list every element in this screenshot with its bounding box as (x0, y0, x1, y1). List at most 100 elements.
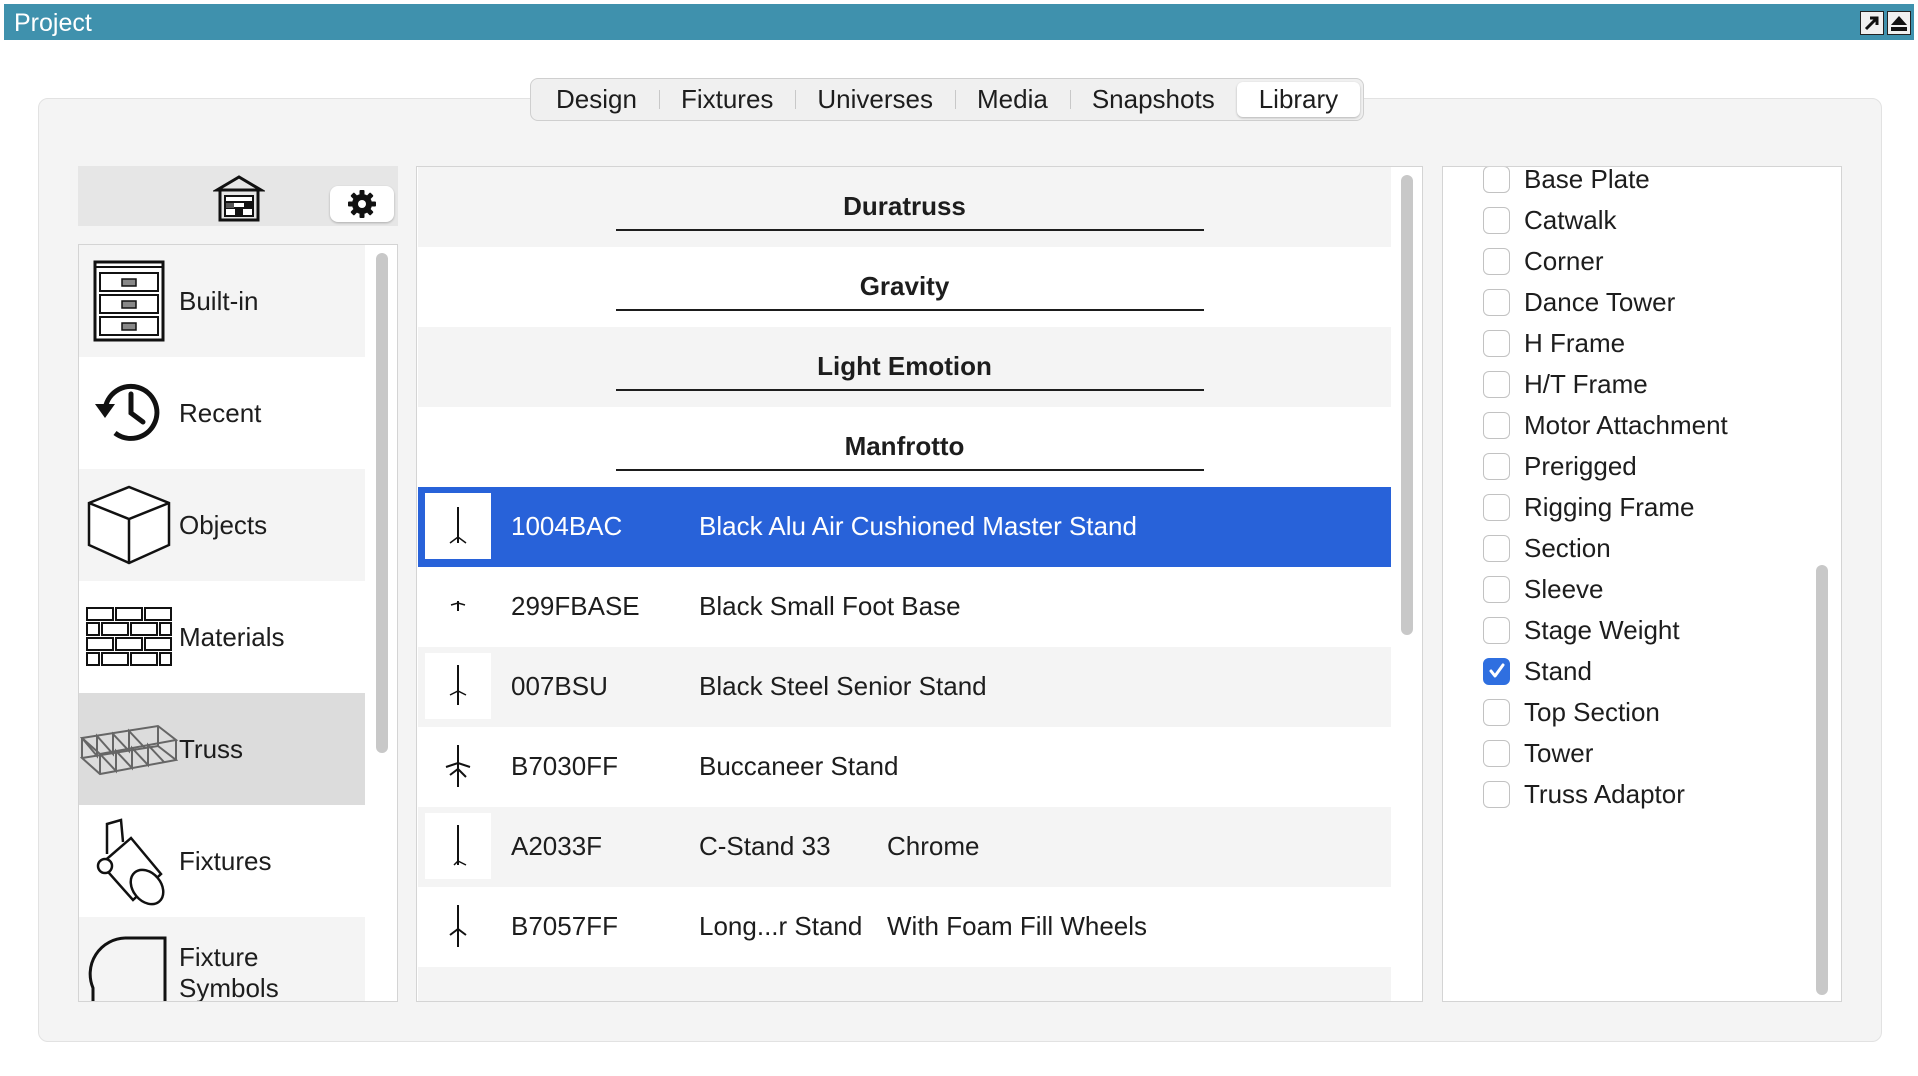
filter-prerigged[interactable]: Prerigged (1483, 446, 1637, 486)
fixture-symbol-icon (88, 936, 167, 1001)
manufacturer-header-light-emotion[interactable]: Light Emotion (418, 327, 1391, 407)
checkbox[interactable] (1483, 411, 1510, 439)
filter-label: Top Section (1524, 696, 1660, 727)
tab-universes[interactable]: Universes (795, 82, 955, 117)
maximize-window-button[interactable] (1887, 11, 1911, 35)
item-name: Buccaneer Stand (699, 751, 899, 781)
filter-section[interactable]: Section (1483, 528, 1611, 568)
divider (616, 389, 1204, 391)
checkbox[interactable] (1483, 493, 1510, 521)
checkbox[interactable] (1483, 698, 1510, 726)
checkbox[interactable] (1483, 616, 1510, 644)
category-label: Recent (179, 397, 262, 428)
popout-window-button[interactable] (1860, 11, 1884, 35)
item-code: B7030FF (511, 751, 618, 781)
manufacturer-name: Gravity (859, 271, 950, 301)
filter-stage-weight[interactable]: Stage Weight (1483, 610, 1680, 650)
manufacturer-header-manfrotto[interactable]: Manfrotto (418, 407, 1391, 487)
filter-truss-adaptor[interactable]: Truss Adaptor (1483, 774, 1685, 814)
stand-icon (449, 665, 467, 705)
tab-design[interactable]: Design (534, 82, 659, 117)
checkbox[interactable] (1483, 167, 1510, 193)
item-list-scrollbar[interactable] (1401, 175, 1413, 635)
filter-rigging-frame[interactable]: Rigging Frame (1483, 487, 1695, 527)
category-scrollbar[interactable] (376, 253, 388, 753)
tab-fixtures[interactable]: Fixtures (658, 82, 795, 117)
category-list[interactable]: Built-in Recent Objects Materials Truss … (78, 244, 398, 1002)
checkbox[interactable] (1483, 534, 1510, 562)
filter-motor-attachment[interactable]: Motor Attachment (1483, 405, 1728, 445)
filter-stand[interactable]: Stand (1483, 651, 1592, 691)
library-item-row[interactable]: A2033F C-Stand 33 Chrome (418, 807, 1391, 887)
checkbox[interactable] (1483, 780, 1510, 808)
category-label: Materials (179, 621, 285, 652)
filter-h-frame[interactable]: H Frame (1483, 323, 1625, 363)
library-item-row[interactable]: B7030FF Buccaneer Stand (418, 727, 1391, 807)
filter-label: Stand (1524, 655, 1592, 686)
item-name: Long...r Stand (699, 911, 863, 941)
gear-icon (348, 190, 376, 218)
checkbox[interactable] (1483, 452, 1510, 480)
history-clock-icon (95, 383, 160, 441)
tab-media[interactable]: Media (955, 82, 1070, 117)
category-fixtures[interactable]: Fixtures (79, 805, 365, 917)
item-code: B7057FF (511, 911, 618, 941)
library-item-row[interactable]: 007BSU Black Steel Senior Stand (418, 647, 1391, 727)
item-name: C-Stand 33 (699, 831, 831, 861)
type-filter-list[interactable]: Base Plate Catwalk Corner Dance Tower H … (1442, 166, 1842, 1002)
manufacturer-header-gravity[interactable]: Gravity (418, 247, 1391, 327)
filter-tower[interactable]: Tower (1483, 733, 1593, 773)
filter-base-plate[interactable]: Base Plate (1483, 167, 1650, 199)
filter-list-scrollbar[interactable] (1816, 565, 1828, 995)
category-materials[interactable]: Materials (79, 581, 365, 693)
library-item-row[interactable]: 299FBASE Black Small Foot Base (418, 567, 1391, 647)
filter-dance-tower[interactable]: Dance Tower (1483, 282, 1675, 322)
filter-top-section[interactable]: Top Section (1483, 692, 1660, 732)
checkbox[interactable] (1483, 329, 1510, 357)
item-extra: With Foam Fill Wheels (887, 911, 1148, 941)
stand-icon (449, 507, 467, 544)
manufacturer-header-duratruss[interactable]: Duratruss (418, 167, 1391, 247)
c-stand-icon (453, 825, 467, 866)
filter-corner[interactable]: Corner (1483, 241, 1603, 281)
tab-snapshots[interactable]: Snapshots (1069, 82, 1237, 117)
category-truss[interactable]: Truss (79, 693, 365, 805)
library-item-row[interactable]: 1004BAC Black Alu Air Cushioned Master S… (418, 487, 1391, 567)
stand-icon (449, 905, 467, 947)
tab-library[interactable]: Library (1236, 82, 1361, 117)
category-fixture-symbols[interactable]: Fixture Symbols (79, 917, 365, 1002)
window-title-bar[interactable]: Project (4, 4, 1914, 40)
filter-label: H Frame (1524, 327, 1626, 358)
category-label: Fixture Symbols (179, 942, 279, 1002)
category-recent[interactable]: Recent (79, 357, 365, 469)
checkbox-checked[interactable] (1483, 657, 1510, 685)
category-objects[interactable]: Objects (79, 469, 365, 581)
category-label: Objects (179, 509, 268, 540)
checkbox[interactable] (1483, 247, 1510, 275)
library-item-list[interactable]: Duratruss Gravity Light Emotion Manfrott… (416, 166, 1423, 1002)
checkbox[interactable] (1483, 575, 1510, 603)
popout-arrow-icon (1864, 16, 1879, 31)
checkbox[interactable] (1483, 739, 1510, 767)
filter-sleeve[interactable]: Sleeve (1483, 569, 1604, 609)
window-title: Project (14, 9, 92, 37)
filter-catwalk[interactable]: Catwalk (1483, 200, 1616, 240)
checkbox[interactable] (1483, 206, 1510, 234)
item-thumbnail (425, 893, 491, 959)
filter-ht-frame[interactable]: H/T Frame (1483, 364, 1648, 404)
library-item-row-partial[interactable] (418, 967, 1391, 1001)
item-extra: Chrome (887, 831, 980, 861)
divider (616, 469, 1204, 471)
library-settings-button[interactable] (330, 186, 394, 222)
brick-wall-icon (86, 607, 172, 666)
library-item-row[interactable]: B7057FF Long...r Stand With Foam Fill Wh… (418, 887, 1391, 967)
cube-icon (87, 485, 171, 565)
checkbox[interactable] (1483, 370, 1510, 398)
library-building-icon[interactable] (213, 172, 265, 224)
truss-icon (80, 724, 178, 776)
divider (616, 229, 1204, 231)
item-code: 1004BAC (511, 511, 623, 541)
category-built-in[interactable]: Built-in (79, 245, 365, 357)
checkbox[interactable] (1483, 288, 1510, 316)
item-code: A2033F (511, 831, 603, 861)
